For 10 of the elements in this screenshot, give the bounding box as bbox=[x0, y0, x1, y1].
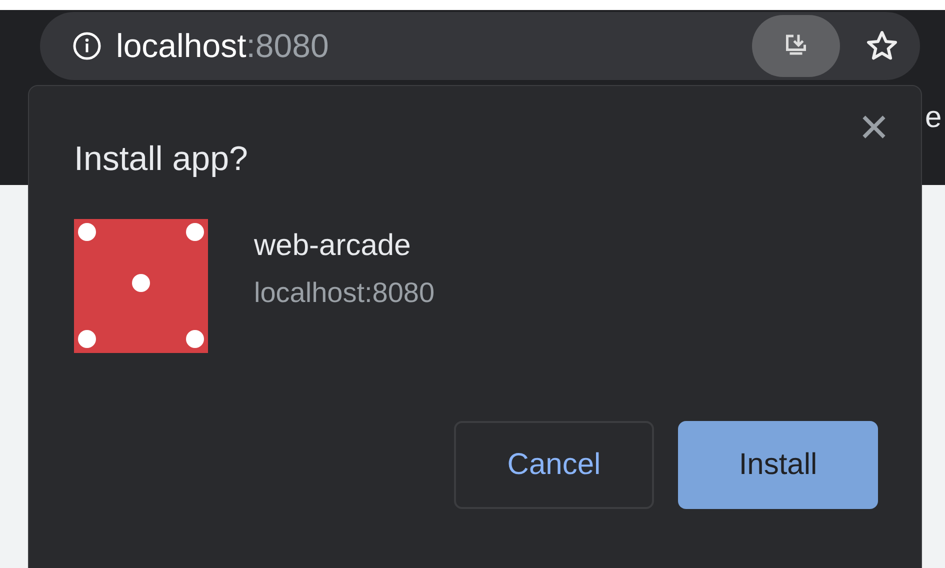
info-icon[interactable] bbox=[72, 31, 102, 61]
dialog-title: Install app? bbox=[74, 140, 248, 179]
app-name: web-arcade bbox=[254, 229, 412, 263]
address-bar[interactable]: localhost:8080 bbox=[40, 12, 920, 80]
bookmark-bar-text: e bbox=[925, 100, 943, 136]
url-text: localhost:8080 bbox=[116, 27, 329, 65]
install-button[interactable]: Install bbox=[678, 421, 878, 509]
cancel-button[interactable]: Cancel bbox=[454, 421, 654, 509]
app-origin: localhost:8080 bbox=[254, 277, 435, 309]
dice-app-icon bbox=[74, 219, 208, 353]
